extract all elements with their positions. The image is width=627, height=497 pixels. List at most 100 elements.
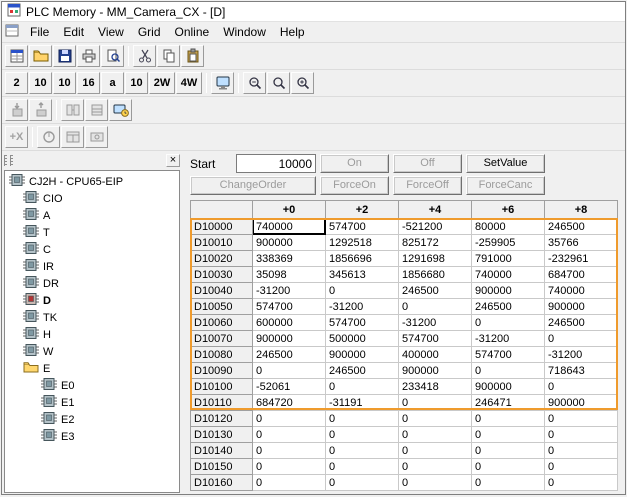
menu-edit[interactable]: Edit bbox=[56, 23, 91, 41]
monitor-window-icon[interactable] bbox=[211, 72, 234, 94]
cell-D10020-+0[interactable]: 338369 bbox=[253, 251, 326, 267]
cell-D10130-+4[interactable]: 0 bbox=[399, 427, 472, 443]
cell-D10150-+4[interactable]: 0 bbox=[399, 459, 472, 475]
cell-D10100-+6[interactable]: 900000 bbox=[472, 379, 545, 395]
cell-D10070-+4[interactable]: 574700 bbox=[399, 331, 472, 347]
cell-D10110-+2[interactable]: -31191 bbox=[326, 395, 399, 411]
row-header-D10050[interactable]: D10050 bbox=[191, 299, 253, 315]
cell-D10000-+4[interactable]: -521200 bbox=[399, 219, 472, 235]
save-icon[interactable] bbox=[53, 45, 76, 67]
row-header-D10130[interactable]: D10130 bbox=[191, 427, 253, 443]
menu-file[interactable]: File bbox=[23, 23, 56, 41]
row-header-D10100[interactable]: D10100 bbox=[191, 379, 253, 395]
cell-D10040-+2[interactable]: 0 bbox=[326, 283, 399, 299]
monitor-toggle-icon[interactable] bbox=[109, 99, 132, 121]
cell-D10030-+2[interactable]: 345613 bbox=[326, 267, 399, 283]
cell-D10070-+8[interactable]: 0 bbox=[545, 331, 618, 347]
cell-D10060-+6[interactable]: 0 bbox=[472, 315, 545, 331]
set-value-button[interactable]: SetValue bbox=[466, 154, 545, 173]
cell-D10160-+2[interactable]: 0 bbox=[326, 475, 399, 491]
cell-D10060-+0[interactable]: 600000 bbox=[253, 315, 326, 331]
cell-D10020-+2[interactable]: 1856696 bbox=[326, 251, 399, 267]
cell-D10160-+6[interactable]: 0 bbox=[472, 475, 545, 491]
cell-D10080-+8[interactable]: -31200 bbox=[545, 347, 618, 363]
cell-D10070-+0[interactable]: 900000 bbox=[253, 331, 326, 347]
tree-item-e1[interactable]: E1 bbox=[7, 394, 179, 411]
format-hex-button[interactable]: 16 bbox=[77, 72, 100, 94]
cell-D10000-+6[interactable]: 80000 bbox=[472, 219, 545, 235]
cell-D10050-+2[interactable]: -31200 bbox=[326, 299, 399, 315]
cell-D10140-+2[interactable]: 0 bbox=[326, 443, 399, 459]
address-monitor-icon[interactable] bbox=[61, 126, 84, 148]
tree-item-a[interactable]: A bbox=[7, 207, 179, 224]
cell-D10060-+4[interactable]: -31200 bbox=[399, 315, 472, 331]
cell-D10050-+6[interactable]: 246500 bbox=[472, 299, 545, 315]
cell-D10160-+8[interactable]: 0 bbox=[545, 475, 618, 491]
cell-D10130-+2[interactable]: 0 bbox=[326, 427, 399, 443]
cell-D10080-+4[interactable]: 400000 bbox=[399, 347, 472, 363]
row-header-D10120[interactable]: D10120 bbox=[191, 411, 253, 427]
cell-D10050-+8[interactable]: 900000 bbox=[545, 299, 618, 315]
cell-D10110-+0[interactable]: 684720 bbox=[253, 395, 326, 411]
tree-item-dr[interactable]: DR bbox=[7, 275, 179, 292]
tree-item-e0[interactable]: E0 bbox=[7, 377, 179, 394]
row-header-D10110[interactable]: D10110 bbox=[191, 395, 253, 411]
tree-item-h[interactable]: H bbox=[7, 326, 179, 343]
row-header-D10060[interactable]: D10060 bbox=[191, 315, 253, 331]
open-icon[interactable] bbox=[29, 45, 52, 67]
row-header-D10160[interactable]: D10160 bbox=[191, 475, 253, 491]
column-header-+0[interactable]: +0 bbox=[253, 201, 326, 219]
cell-D10100-+8[interactable]: 0 bbox=[545, 379, 618, 395]
cell-D10160-+4[interactable]: 0 bbox=[399, 475, 472, 491]
cell-D10140-+0[interactable]: 0 bbox=[253, 443, 326, 459]
cell-D10090-+2[interactable]: 246500 bbox=[326, 363, 399, 379]
off-button[interactable]: Off bbox=[393, 154, 462, 173]
cell-D10130-+8[interactable]: 0 bbox=[545, 427, 618, 443]
paste-icon[interactable] bbox=[181, 45, 204, 67]
column-header-+6[interactable]: +6 bbox=[472, 201, 545, 219]
cell-D10060-+2[interactable]: 574700 bbox=[326, 315, 399, 331]
panel-close-icon[interactable]: × bbox=[166, 154, 180, 167]
on-button[interactable]: On bbox=[320, 154, 389, 173]
menu-view[interactable]: View bbox=[91, 23, 131, 41]
row-header-D10040[interactable]: D10040 bbox=[191, 283, 253, 299]
format-bcd-button[interactable]: 10 bbox=[29, 72, 52, 94]
cell-D10090-+8[interactable]: 718643 bbox=[545, 363, 618, 379]
row-header-D10140[interactable]: D10140 bbox=[191, 443, 253, 459]
cell-D10010-+4[interactable]: 825172 bbox=[399, 235, 472, 251]
tree-root-cpu[interactable]: CJ2H - CPU65-EIP bbox=[7, 173, 179, 190]
cell-D10020-+4[interactable]: 1291698 bbox=[399, 251, 472, 267]
cell-D10010-+2[interactable]: 1292518 bbox=[326, 235, 399, 251]
cell-D10120-+0[interactable]: 0 bbox=[253, 411, 326, 427]
cell-D10150-+6[interactable]: 0 bbox=[472, 459, 545, 475]
cell-D10010-+0[interactable]: 900000 bbox=[253, 235, 326, 251]
format-binary-button[interactable]: 2 bbox=[5, 72, 28, 94]
column-header-+2[interactable]: +2 bbox=[326, 201, 399, 219]
row-header-D10090[interactable]: D10090 bbox=[191, 363, 253, 379]
cell-D10040-+8[interactable]: 740000 bbox=[545, 283, 618, 299]
cell-D10090-+0[interactable]: 0 bbox=[253, 363, 326, 379]
force-cancel-button[interactable]: ForceCanc bbox=[466, 176, 545, 195]
cell-D10120-+4[interactable]: 0 bbox=[399, 411, 472, 427]
zoom-reset-icon[interactable] bbox=[267, 72, 290, 94]
cell-D10020-+6[interactable]: 791000 bbox=[472, 251, 545, 267]
tree-item-w[interactable]: W bbox=[7, 343, 179, 360]
cut-icon[interactable] bbox=[133, 45, 156, 67]
selected-cell[interactable]: 740000 bbox=[253, 219, 326, 235]
cell-D10160-+0[interactable]: 0 bbox=[253, 475, 326, 491]
cell-D10120-+8[interactable]: 0 bbox=[545, 411, 618, 427]
cell-D10080-+2[interactable]: 900000 bbox=[326, 347, 399, 363]
copy-icon[interactable] bbox=[157, 45, 180, 67]
cell-D10010-+8[interactable]: 35766 bbox=[545, 235, 618, 251]
cell-D10000-+8[interactable]: 246500 bbox=[545, 219, 618, 235]
force-cancel-all-button[interactable]: +X bbox=[5, 126, 28, 148]
grid-view-icon[interactable] bbox=[5, 45, 28, 67]
row-header-D10030[interactable]: D10030 bbox=[191, 267, 253, 283]
row-header-D10070[interactable]: D10070 bbox=[191, 331, 253, 347]
panel-grip[interactable] bbox=[10, 155, 13, 166]
cell-D10020-+8[interactable]: -232961 bbox=[545, 251, 618, 267]
cell-D10140-+8[interactable]: 0 bbox=[545, 443, 618, 459]
print-icon[interactable] bbox=[77, 45, 100, 67]
cell-D10100-+4[interactable]: 233418 bbox=[399, 379, 472, 395]
cell-D10090-+6[interactable]: 0 bbox=[472, 363, 545, 379]
